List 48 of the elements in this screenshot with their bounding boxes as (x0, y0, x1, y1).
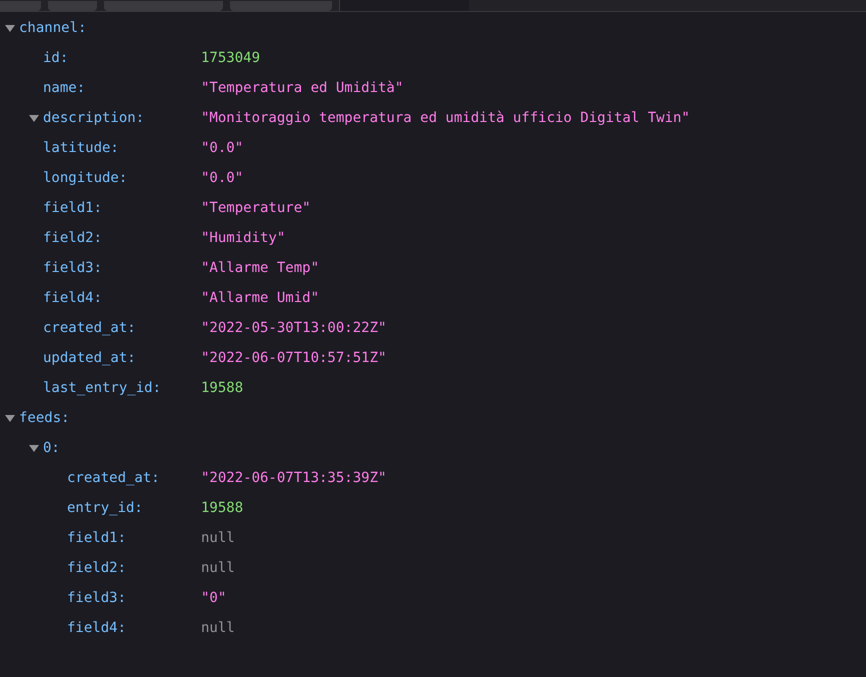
expand-toggle-icon[interactable] (4, 24, 14, 32)
property-key: channel: (19, 18, 86, 38)
property-key: entry_id: (67, 498, 143, 518)
property-key: description: (43, 108, 144, 128)
property-key: feeds: (19, 408, 70, 428)
property-value: "Allarme Umid" (201, 288, 320, 308)
property-value: "2022-06-07T10:57:51Z" (201, 348, 386, 368)
property-value: "2022-05-30T13:00:22Z" (201, 318, 386, 338)
property-value: 1753049 (201, 48, 260, 68)
property-value: "Monitoraggio temperatura ed umidità ufficio Digital Twin" (201, 108, 690, 128)
property-key: field4: (67, 618, 126, 638)
toolbar-button[interactable] (48, 1, 97, 11)
property-key: field3: (67, 588, 126, 608)
property-value: "Humidity" (201, 228, 286, 248)
property-value: "0" (201, 588, 226, 608)
property-key: latitude: (43, 138, 119, 158)
property-value: "Temperature" (201, 198, 311, 218)
property-value: null (201, 618, 235, 638)
property-value: "0.0" (201, 168, 244, 188)
property-key: updated_at: (43, 348, 136, 368)
property-key: name: (43, 78, 86, 98)
filter-field[interactable] (339, 0, 469, 11)
expand-toggle-icon[interactable] (28, 444, 38, 452)
property-value: 19588 (201, 498, 244, 518)
property-value: null (201, 528, 235, 548)
property-key: field3: (43, 258, 102, 278)
property-value: "Allarme Temp" (201, 258, 320, 278)
property-key: field1: (43, 198, 102, 218)
property-value: "2022-06-07T13:35:39Z" (201, 468, 386, 488)
property-key: 0: (43, 438, 60, 458)
property-value: "0.0" (201, 138, 244, 158)
property-key: last_entry_id: (43, 378, 162, 398)
property-key: created_at: (43, 318, 136, 338)
expand-toggle-icon[interactable] (28, 114, 38, 122)
expand-toggle-icon[interactable] (4, 414, 14, 422)
property-key: field1: (67, 528, 126, 548)
property-key: field2: (67, 558, 126, 578)
property-key: created_at: (67, 468, 160, 488)
property-key: field2: (43, 228, 102, 248)
property-value: "Temperatura ed Umidità" (201, 78, 404, 98)
property-value: 19588 (201, 378, 244, 398)
toolbar-button[interactable] (0, 1, 41, 11)
property-key: id: (43, 48, 68, 68)
property-value: null (201, 558, 235, 578)
property-key: field4: (43, 288, 102, 308)
property-key: longitude: (43, 168, 128, 188)
toolbar-button[interactable] (230, 1, 332, 11)
toolbar-button[interactable] (104, 1, 223, 11)
